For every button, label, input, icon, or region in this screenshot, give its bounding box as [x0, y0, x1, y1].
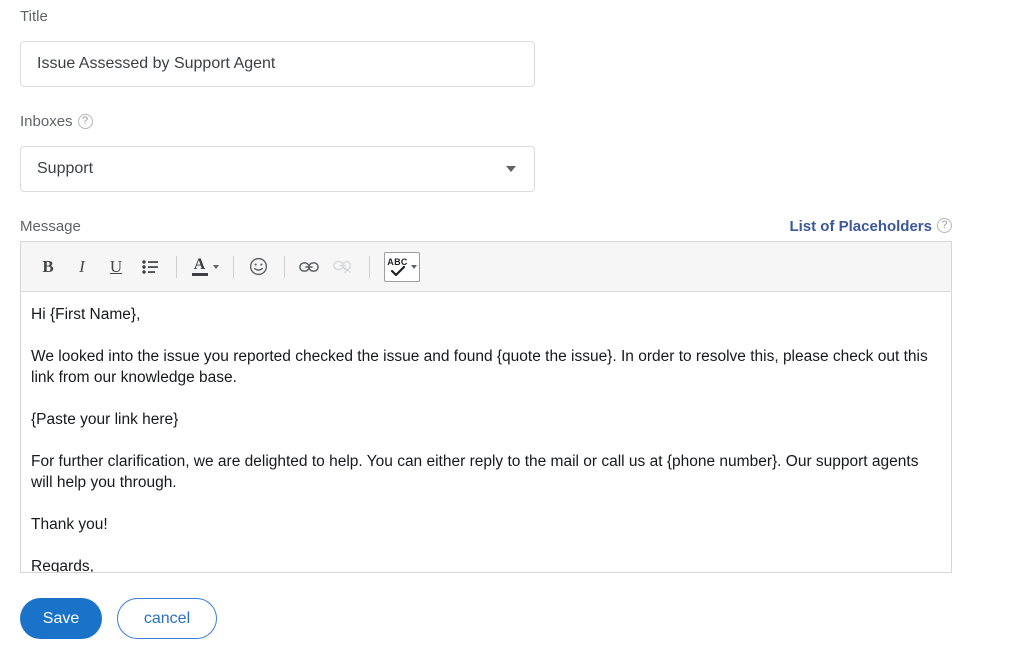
cancel-button[interactable]: cancel — [117, 598, 217, 639]
chevron-down-icon — [506, 166, 516, 172]
chevron-down-icon — [410, 264, 417, 269]
message-paragraph: Regards, — [31, 558, 94, 573]
spellcheck-abc-label: ABC — [387, 256, 408, 267]
toolbar-divider — [369, 255, 370, 278]
rich-text-editor: B I U A ABC Hi {First Name}, We looked i… — [20, 241, 952, 573]
placeholders-row: List of Placeholders ? — [789, 218, 952, 235]
chevron-down-icon — [212, 264, 219, 269]
inboxes-select[interactable]: Support — [20, 146, 535, 192]
template-editor-page: Title Inboxes? Support Message List of P… — [0, 0, 1012, 672]
checkmark-icon — [390, 265, 405, 276]
toolbar-divider — [284, 255, 285, 278]
font-color-letter: A — [193, 256, 206, 273]
emoji-icon[interactable] — [244, 253, 272, 281]
underline-icon[interactable]: U — [102, 253, 130, 281]
font-color-icon[interactable]: A — [187, 253, 221, 281]
help-circle-icon[interactable]: ? — [77, 113, 93, 129]
message-paragraph: We looked into the issue you reported ch… — [31, 348, 928, 386]
italic-icon[interactable]: I — [68, 253, 96, 281]
list-of-placeholders-link[interactable]: List of Placeholders — [789, 218, 932, 235]
link-icon[interactable] — [295, 253, 323, 281]
save-button[interactable]: Save — [20, 598, 102, 639]
font-color-swatch — [191, 273, 208, 276]
message-paragraph: Thank you! — [31, 516, 108, 533]
inboxes-selected-value: Support — [37, 160, 94, 177]
message-body-editable[interactable]: Hi {First Name}, We looked into the issu… — [21, 292, 951, 573]
title-input[interactable] — [20, 41, 535, 87]
editor-toolbar: B I U A ABC — [21, 242, 951, 292]
message-paragraph: For further clarification, we are deligh… — [31, 453, 919, 491]
title-label: Title — [20, 8, 48, 25]
toolbar-divider — [176, 255, 177, 278]
bold-icon[interactable]: B — [34, 253, 62, 281]
inboxes-label: Inboxes? — [20, 113, 93, 131]
toolbar-divider — [233, 255, 234, 278]
spellcheck-button[interactable]: ABC — [384, 251, 420, 282]
message-paragraph: {Paste your link here} — [31, 411, 179, 428]
inboxes-label-text: Inboxes — [20, 113, 73, 130]
bullet-list-icon[interactable] — [136, 253, 164, 281]
message-paragraph: Hi {First Name}, — [31, 306, 141, 323]
unlink-icon — [329, 253, 357, 281]
message-label: Message — [20, 218, 81, 235]
help-circle-icon[interactable]: ? — [937, 218, 952, 233]
